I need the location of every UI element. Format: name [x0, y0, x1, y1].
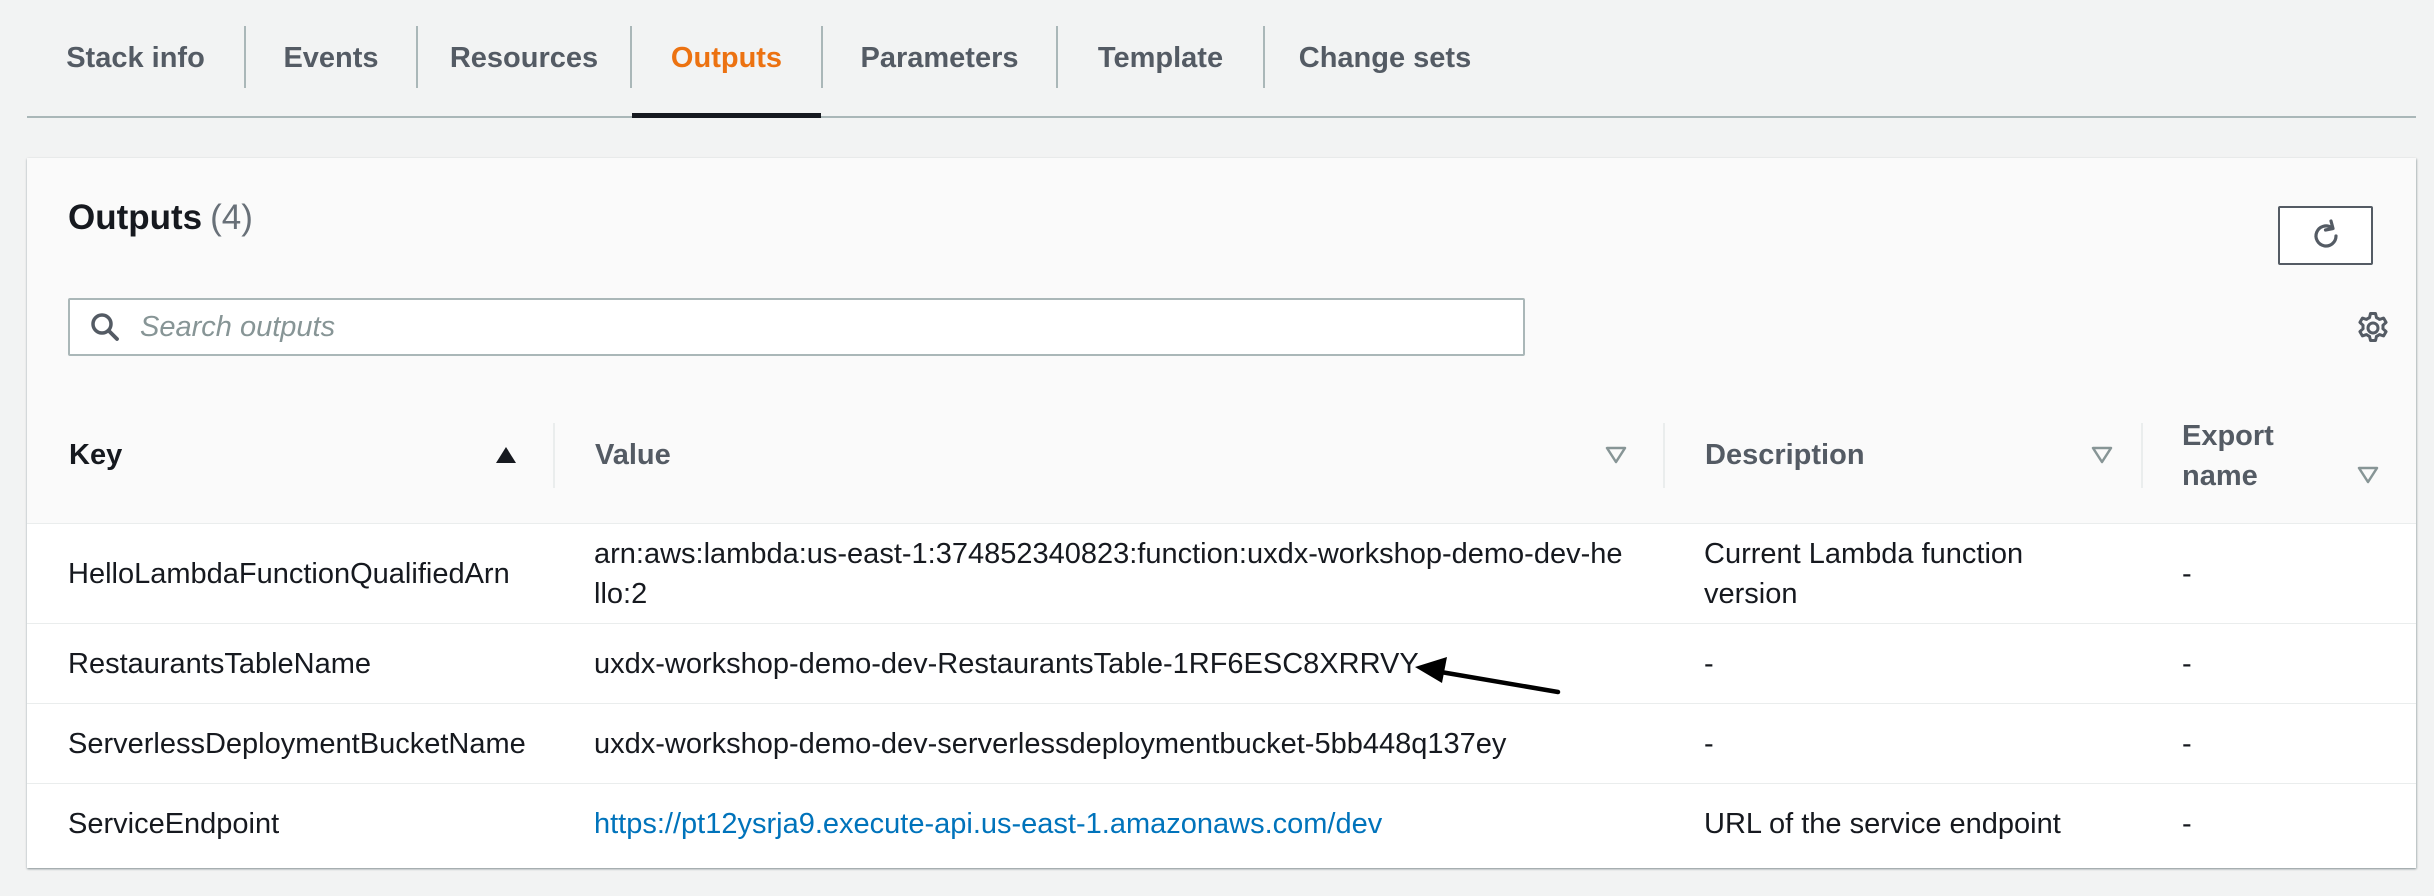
tab-resources[interactable]: Resources [418, 0, 630, 116]
key-cell: HelloLambdaFunctionQualifiedArn [68, 557, 510, 590]
gear-icon[interactable] [2353, 308, 2393, 348]
column-divider [2141, 423, 2143, 488]
sort-icon[interactable] [2357, 465, 2379, 485]
export-name-cell: - [2182, 557, 2192, 590]
description-cell: - [1704, 727, 1714, 760]
sort-ascending-icon[interactable] [495, 445, 517, 465]
column-header-label: Description [1705, 439, 1865, 471]
refresh-button[interactable] [2278, 206, 2373, 265]
column-divider [553, 423, 555, 488]
tab-change-sets[interactable]: Change sets [1265, 0, 1505, 116]
table-row: ServerlessDeploymentBucketName uxdx-work… [27, 704, 2416, 784]
tab-stack-info[interactable]: Stack info [27, 0, 244, 116]
outputs-table: Key Value Description Export name HelloL… [27, 388, 2416, 863]
sort-icon[interactable] [1605, 445, 1627, 465]
tab-parameters[interactable]: Parameters [823, 0, 1056, 116]
tab-label: Parameters [860, 41, 1019, 74]
tab-label: Resources [449, 41, 599, 74]
search-field[interactable] [68, 298, 1525, 356]
outputs-count: (4) [210, 198, 253, 237]
tab-label: Template [1097, 41, 1224, 74]
sort-icon[interactable] [2091, 445, 2113, 465]
description-cell: URL of the service endpoint [1704, 807, 2061, 840]
column-header-label: Export name [2182, 419, 2274, 492]
table-header: Key Value Description Export name [27, 388, 2416, 524]
tab-label: Outputs [670, 41, 783, 74]
tab-template[interactable]: Template [1058, 0, 1263, 116]
table-row: RestaurantsTableName uxdx-workshop-demo-… [27, 624, 2416, 704]
column-divider [1663, 423, 1665, 488]
panel-title-text: Outputs [68, 198, 203, 237]
tab-label: Change sets [1298, 41, 1472, 74]
tab-label: Stack info [66, 41, 205, 74]
column-header-value[interactable]: Value [595, 388, 1095, 523]
key-cell: ServiceEndpoint [68, 807, 280, 840]
table-row: ServiceEndpoint https://pt12ysrja9.execu… [27, 784, 2416, 863]
search-icon [88, 310, 122, 344]
column-header-label: Key [69, 439, 123, 471]
description-cell: - [1704, 647, 1714, 680]
column-header-description[interactable]: Description [1705, 388, 2005, 523]
refresh-icon [2313, 218, 2338, 248]
outputs-panel: Outputs (4) Search outputs Key Value Des… [27, 158, 2416, 868]
value-cell: arn:aws:lambda:us-east-1:374852340823:fu… [594, 537, 1623, 610]
panel-header: Outputs (4) [27, 158, 2416, 389]
arrow-annotation-icon [1415, 657, 1561, 695]
tab-events[interactable]: Events [246, 0, 416, 116]
tab-outputs[interactable]: Outputs [632, 0, 821, 118]
key-cell: RestaurantsTableName [68, 647, 372, 680]
export-name-cell: - [2182, 647, 2192, 680]
value-cell: uxdx-workshop-demo-dev-serverlessdeploym… [594, 727, 1507, 760]
description-cell: Current Lambda function version [1704, 537, 2024, 610]
export-name-cell: - [2182, 727, 2192, 760]
column-header-key[interactable]: Key [69, 388, 549, 523]
export-name-cell: - [2182, 807, 2192, 840]
column-header-export-name[interactable]: Export name [2182, 388, 2332, 523]
table-row: HelloLambdaFunctionQualifiedArn arn:aws:… [27, 524, 2416, 624]
service-endpoint-link[interactable]: https://pt12ysrja9.execute-api.us-east-1… [594, 784, 1654, 863]
search-input[interactable] [140, 307, 1440, 347]
key-cell: ServerlessDeploymentBucketName [68, 727, 526, 760]
column-header-label: Value [595, 439, 671, 471]
panel-title: Outputs (4) [68, 198, 253, 238]
tab-label: Events [283, 41, 379, 74]
tab-bar: Stack info Events Resources Outputs Para… [27, 0, 2416, 118]
